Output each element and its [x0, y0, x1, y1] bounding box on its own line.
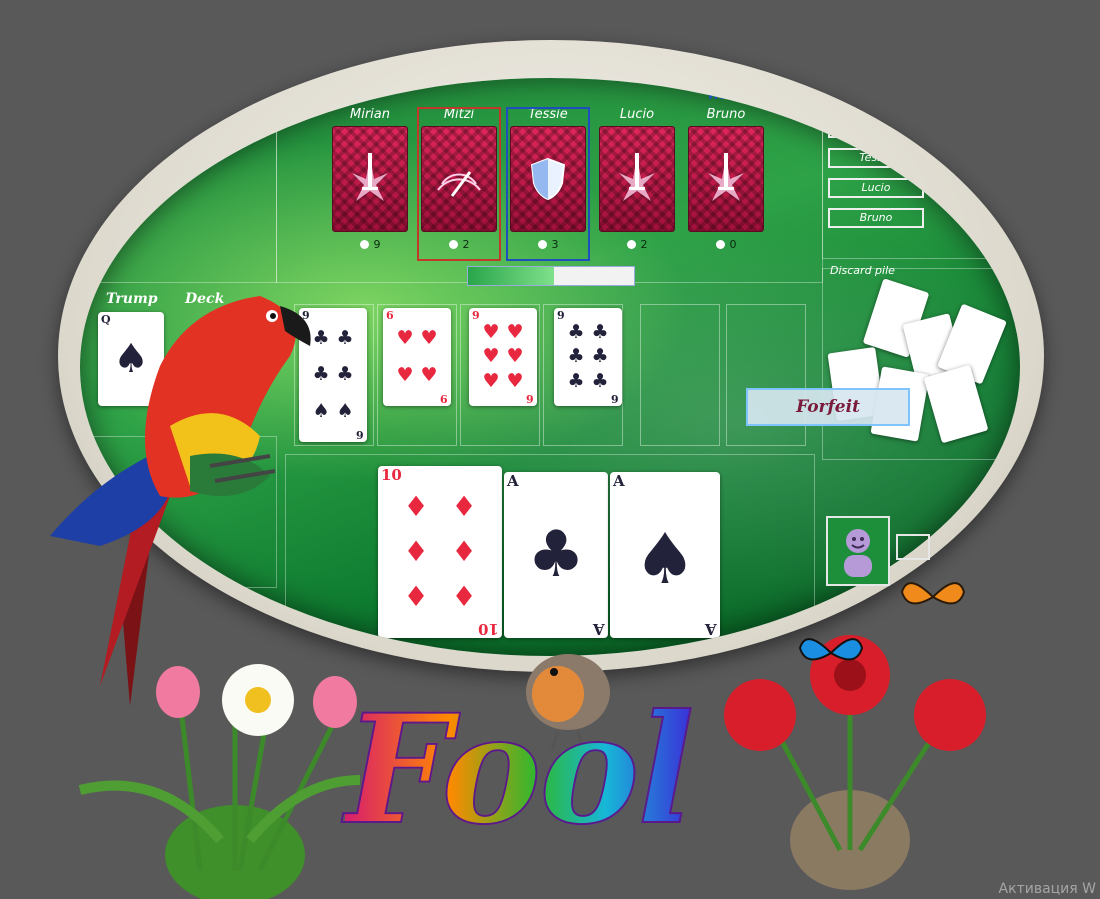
- table-card[interactable]: 9 ♣ ♣ ♣ ♣ ♣ ♣ 6: [554, 308, 622, 406]
- card-count-value: 2: [640, 238, 648, 251]
- opponent-lucio[interactable]: Lucio 2: [599, 106, 675, 251]
- pip: ♦: [403, 580, 429, 614]
- pip: ♥: [396, 327, 414, 349]
- player-list-item[interactable]: Tessie: [828, 148, 924, 168]
- opponent-name: Bruno: [706, 107, 746, 122]
- pip: ♥: [420, 327, 438, 349]
- turn-progress-fill: [468, 267, 555, 285]
- player-list: Mitzi Tessie Lucio Bruno: [828, 118, 924, 238]
- card-pips: ♥ ♥ ♥ ♥ ♥ ♥: [479, 320, 527, 394]
- pip: ♥: [506, 370, 524, 393]
- card-rank: A: [507, 472, 519, 490]
- player-list-item[interactable]: Mitzi: [828, 118, 924, 138]
- pip: ♥: [396, 364, 414, 386]
- win-label: Win: [707, 88, 734, 102]
- pip: ♠: [336, 400, 354, 423]
- table-card[interactable]: 9 ♥ ♥ ♥ ♥ ♥ ♥ 6: [469, 308, 537, 406]
- card-count: 0: [688, 238, 764, 251]
- pip: ♣: [591, 345, 609, 368]
- discard-pile-label: Discard pile: [830, 264, 895, 277]
- table-slot[interactable]: [640, 304, 720, 446]
- pip: ♦: [403, 534, 429, 568]
- table-card[interactable]: 6 ♥ ♥ ♥ ♥ 9: [383, 308, 451, 406]
- selected-opponent-frame-blue: [506, 107, 590, 261]
- forfeit-button[interactable]: Forfeit: [746, 388, 910, 426]
- game-title: Fool: [344, 682, 695, 858]
- card-rank: A: [613, 472, 625, 490]
- panel-left-top: [80, 78, 277, 283]
- pip: ♦: [451, 534, 477, 568]
- pip: ♥: [482, 370, 500, 393]
- card-suit: ♠: [633, 518, 697, 601]
- opponent-mirian[interactable]: Mirian 9: [332, 106, 408, 251]
- card-back: [688, 126, 764, 232]
- card-rank-bottom: A: [593, 620, 605, 638]
- player-avatar[interactable]: [826, 516, 890, 586]
- hand-card[interactable]: A ♠ A: [610, 472, 720, 638]
- pip: ♣: [591, 320, 609, 343]
- player-status-box: [896, 534, 930, 560]
- pip: ♥: [482, 345, 500, 368]
- card-pips: ♣ ♣ ♣ ♣ ♣ ♣: [564, 320, 612, 394]
- card-back: [599, 126, 675, 232]
- sword-icon: [708, 153, 744, 201]
- card-count: 2: [599, 238, 675, 251]
- selected-opponent-frame-red: [417, 107, 501, 261]
- count-dot: [715, 240, 725, 249]
- player-list-item[interactable]: Bruno: [828, 208, 924, 228]
- opponent-name: Mirian: [350, 107, 390, 122]
- orange-butterfly-icon: [900, 582, 966, 605]
- count-dot: [626, 240, 636, 249]
- cover-card-rank: 6: [611, 392, 619, 405]
- pip: ♣: [567, 320, 585, 343]
- pip: ♣: [567, 370, 585, 393]
- opponent-bruno[interactable]: Bruno 0: [688, 106, 764, 251]
- pip: ♦: [451, 580, 477, 614]
- sword-icon: [352, 153, 388, 201]
- card-suit: ♣: [527, 518, 585, 593]
- hand-card[interactable]: A ♣ A: [504, 472, 608, 638]
- turn-progress-bar: [467, 266, 635, 286]
- pip: ♣: [336, 326, 354, 349]
- count-dot: [359, 240, 369, 249]
- pip: ♥: [506, 345, 524, 368]
- pip: ♥: [420, 364, 438, 386]
- pip: ♥: [482, 320, 500, 343]
- pip: ♣: [336, 363, 354, 386]
- opponent-name: Lucio: [619, 107, 655, 122]
- card-back: [332, 126, 408, 232]
- hand-card[interactable]: 10 ♦ ♦ ♦ ♦ ♦ ♦ 10: [378, 466, 502, 638]
- card-count-value: 9: [373, 238, 381, 251]
- card-pips: ♦ ♦ ♦ ♦ ♦ ♦: [392, 484, 488, 620]
- pip: ♥: [506, 320, 524, 343]
- pip: ♦: [451, 489, 477, 523]
- tulip-bouquet-icon: [78, 664, 361, 899]
- cover-card-rank: 6: [356, 428, 364, 441]
- card-rank: 10: [381, 466, 402, 484]
- pip: ♣: [591, 370, 609, 393]
- card-pips: ♥ ♥ ♥ ♥: [393, 320, 441, 394]
- card-count: 9: [332, 238, 408, 251]
- pip: ♣: [567, 345, 585, 368]
- card-rank-bottom: 10: [478, 620, 499, 638]
- blue-butterfly-icon: [798, 638, 864, 661]
- rose-bouquet-icon: [724, 635, 986, 890]
- card-count-value: 0: [729, 238, 737, 251]
- avatar-icon: [844, 529, 872, 577]
- cover-card-rank: 9: [440, 392, 448, 405]
- activation-watermark: Активация W: [998, 881, 1096, 897]
- sword-icon: [619, 153, 655, 201]
- cover-card-rank: 6: [526, 392, 534, 405]
- player-list-item[interactable]: Lucio: [828, 178, 924, 198]
- pip: ♦: [403, 489, 429, 523]
